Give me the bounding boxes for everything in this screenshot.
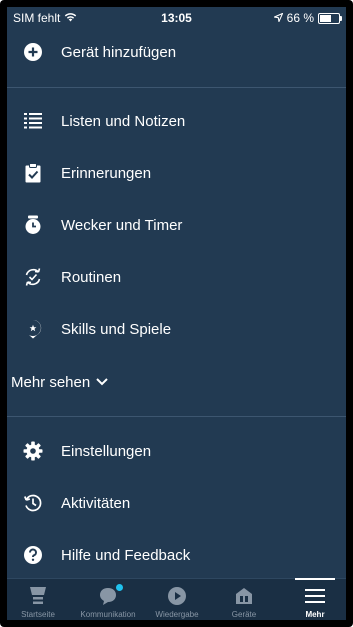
menu-label-alarms: Wecker und Timer [61, 216, 183, 234]
clipboard-check-icon [22, 162, 44, 184]
status-bar: SIM fehlt 13:05 66 % [7, 7, 346, 29]
tab-label-devices: Geräte [231, 610, 257, 619]
tab-label-more: Mehr [305, 610, 325, 619]
menu-label-add-device: Gerät hinzufügen [61, 43, 177, 61]
tab-label-home: Startseite [21, 610, 55, 619]
app-screen: SIM fehlt 13:05 66 % Gerät hinzufügen Li… [7, 7, 346, 620]
play-icon [167, 585, 187, 607]
menu-item-skills[interactable]: Skills und Spiele [7, 309, 346, 349]
hamburger-menu-icon [305, 585, 325, 607]
help-question-icon [22, 544, 44, 566]
location-arrow-icon [273, 11, 283, 25]
bottom-tab-bar: Startseite Kommunikation Wiedergabe Gerä… [7, 578, 346, 620]
menu-label-routines: Routinen [61, 268, 122, 286]
chevron-down-icon [96, 378, 108, 386]
menu-label-settings: Einstellungen [61, 442, 152, 460]
list-icon [22, 110, 44, 132]
home-icon [29, 585, 47, 607]
menu-item-alarms[interactable]: Wecker und Timer [7, 205, 346, 245]
menu-label-lists: Listen und Notizen [61, 112, 186, 130]
tab-more[interactable]: Mehr [287, 578, 343, 620]
routines-icon [22, 266, 44, 288]
menu-label-skills: Skills und Spiele [61, 320, 172, 338]
gear-icon [22, 440, 44, 462]
divider [7, 87, 346, 88]
menu-item-add-device[interactable]: Gerät hinzufügen [7, 32, 346, 72]
tab-devices[interactable]: Geräte [216, 579, 272, 620]
tab-communication[interactable]: Kommunikation [80, 579, 136, 620]
battery-icon [318, 12, 342, 24]
see-more-label: Mehr sehen [11, 373, 91, 391]
tab-label-playback: Wiedergabe [155, 610, 199, 619]
menu-item-lists[interactable]: Listen und Notizen [7, 101, 346, 141]
menu-item-reminders[interactable]: Erinnerungen [7, 153, 346, 193]
tab-home[interactable]: Startseite [10, 579, 66, 620]
notification-badge [116, 584, 123, 591]
menu-label-activity: Aktivitäten [61, 494, 131, 512]
menu-item-routines[interactable]: Routinen [7, 257, 346, 297]
menu-item-help[interactable]: Hilfe und Feedback [7, 535, 346, 575]
menu-label-reminders: Erinnerungen [61, 164, 152, 182]
battery-level [320, 14, 331, 22]
battery-percent: 66 % [286, 11, 314, 25]
see-more-toggle[interactable]: Mehr sehen [11, 370, 108, 394]
menu-item-settings[interactable]: Einstellungen [7, 431, 346, 471]
plus-circle-icon [22, 41, 44, 63]
history-icon [22, 492, 44, 514]
tab-playback[interactable]: Wiedergabe [149, 579, 205, 620]
devices-home-icon [234, 585, 254, 607]
phone-frame: SIM fehlt 13:05 66 % Gerät hinzufügen Li… [0, 0, 353, 627]
tab-label-communication: Kommunikation [80, 610, 136, 619]
menu-label-help: Hilfe und Feedback [61, 546, 191, 564]
menu-item-activity[interactable]: Aktivitäten [7, 483, 346, 523]
alarm-clock-icon [22, 214, 44, 236]
skills-badge-icon [22, 318, 44, 340]
chat-bubble-icon [98, 584, 123, 607]
divider [7, 416, 346, 417]
